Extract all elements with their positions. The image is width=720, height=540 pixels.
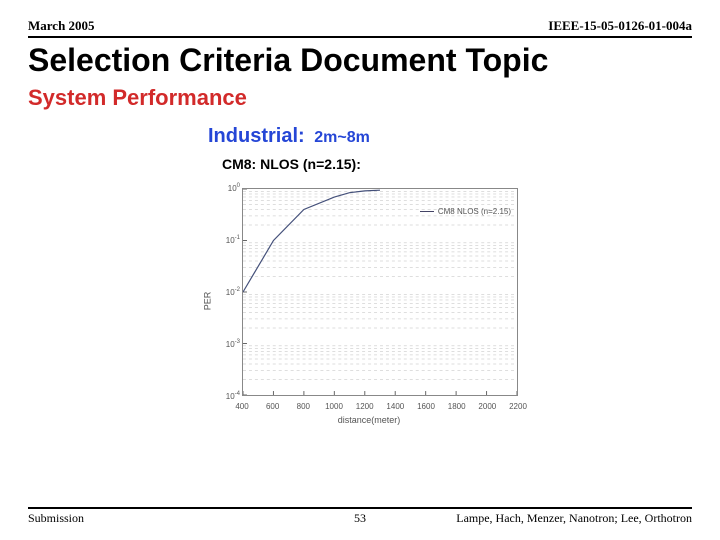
channel-model-line: CM8: NLOS (n=2.15): bbox=[222, 156, 692, 172]
chart-xtick: 1200 bbox=[356, 402, 374, 411]
legend-label: CM8 NLOS (n=2.15) bbox=[438, 207, 511, 216]
chart-plot-area: CM8 NLOS (n=2.15) bbox=[242, 188, 518, 396]
chart-xtick: 2200 bbox=[509, 402, 527, 411]
chart-ytick: 10-3 bbox=[212, 339, 240, 349]
chart-xtick: 1800 bbox=[448, 402, 466, 411]
chart-xlabel: distance(meter) bbox=[338, 415, 401, 425]
footer-right: Lampe, Hach, Menzer, Nanotron; Lee, Orth… bbox=[456, 511, 692, 526]
legend-swatch bbox=[420, 211, 434, 212]
header-row: March 2005 IEEE-15-05-0126-01-004a bbox=[28, 18, 692, 38]
chart-legend: CM8 NLOS (n=2.15) bbox=[420, 207, 511, 216]
chart-xtick: 1000 bbox=[325, 402, 343, 411]
section-title: System Performance bbox=[28, 85, 692, 111]
chart-xtick: 1400 bbox=[386, 402, 404, 411]
chart-ylabel: PER bbox=[202, 291, 212, 310]
chart-xtick: 800 bbox=[297, 402, 310, 411]
industrial-label: Industrial: bbox=[208, 125, 305, 147]
industrial-heading: Industrial: 2m~8m bbox=[208, 125, 692, 148]
per-chart: PER distance(meter) 10010-110-210-310-4 … bbox=[204, 178, 534, 423]
chart-xtick: 600 bbox=[266, 402, 279, 411]
header-date: March 2005 bbox=[28, 18, 95, 34]
chart-xtick: 400 bbox=[235, 402, 248, 411]
footer-page: 53 bbox=[354, 511, 366, 526]
footer-row: Submission 53 Lampe, Hach, Menzer, Nanot… bbox=[28, 507, 692, 526]
footer-left: Submission bbox=[28, 511, 84, 526]
page-title: Selection Criteria Document Topic bbox=[28, 42, 692, 79]
chart-ytick: 10-1 bbox=[212, 235, 240, 245]
industrial-range: 2m~8m bbox=[314, 129, 370, 146]
header-docnum: IEEE-15-05-0126-01-004a bbox=[548, 18, 692, 34]
chart-ytick: 100 bbox=[212, 183, 240, 193]
chart-ytick: 10-4 bbox=[212, 391, 240, 401]
chart-xtick: 2000 bbox=[478, 402, 496, 411]
chart-ytick: 10-2 bbox=[212, 287, 240, 297]
chart-xtick: 1600 bbox=[417, 402, 435, 411]
